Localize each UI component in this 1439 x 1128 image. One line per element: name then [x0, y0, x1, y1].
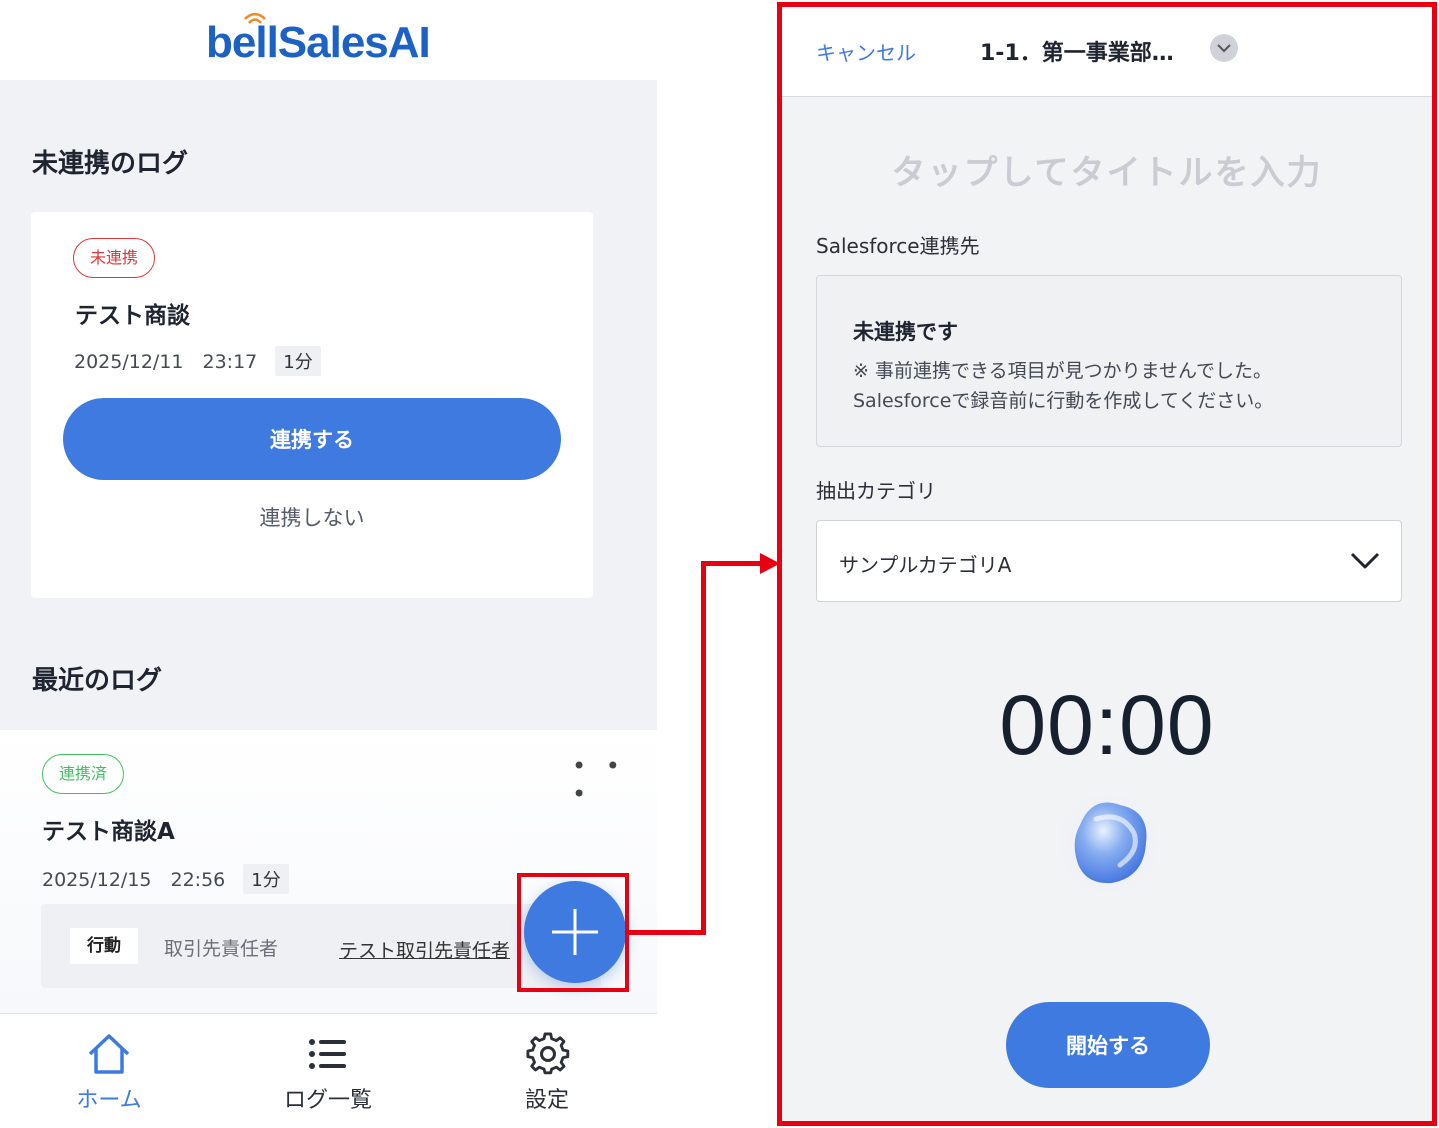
nav-home[interactable]: ホーム: [9, 1014, 209, 1128]
nav-home-label: ホーム: [76, 1088, 142, 1113]
salesforce-note-line1: ※ 事前連携できる項目が見つかりませんでした。: [853, 360, 1273, 382]
action-link[interactable]: テスト取引先責任者: [339, 936, 539, 963]
logo-text: bellSalesAI: [206, 18, 431, 67]
nav-log-list-label: ログ一覧: [283, 1088, 372, 1113]
recent-section-title: 最近のログ: [32, 666, 163, 696]
bottom-nav: ホーム ログ一覧 設定: [0, 1013, 657, 1128]
unlinked-section-title: 未連携のログ: [32, 149, 189, 179]
cancel-button[interactable]: キャンセル: [816, 37, 916, 66]
skip-link-button[interactable]: 連携しない: [31, 502, 593, 532]
category-selected-value: サンプルカテゴリA: [839, 553, 1012, 577]
start-button-label: 開始する: [1066, 1034, 1150, 1058]
gear-icon: [526, 1032, 570, 1075]
highlight-box: [517, 873, 629, 992]
unlinked-log-card: 未連携 テスト商談 2025/12/11 23:17 1分 連携する 連携しない: [31, 212, 593, 598]
link-button[interactable]: 連携する: [63, 398, 561, 480]
log-datetime: 2025/12/11 23:17: [74, 351, 258, 373]
status-badge-unlinked: 未連携: [73, 238, 156, 278]
log-title[interactable]: テスト商談: [75, 296, 190, 330]
arrow-segment: [701, 561, 765, 566]
recording-header: キャンセル 1-1．第一事業部…: [782, 7, 1432, 97]
category-label: 抽出カテゴリ: [816, 479, 936, 503]
status-badge-linked: 連携済: [42, 754, 125, 794]
home-icon: [88, 1034, 130, 1074]
list-icon: [309, 1039, 346, 1069]
action-label: 取引先責任者: [164, 938, 279, 960]
department-dropdown-button[interactable]: [1210, 34, 1238, 62]
signal-icon: [244, 12, 266, 24]
salesforce-status-title: 未連携です: [853, 320, 958, 344]
salesforce-link-box: 未連携です ※ 事前連携できる項目が見つかりませんでした。 Salesforce…: [816, 275, 1402, 447]
recording-screen: キャンセル 1-1．第一事業部… タップしてタイトルを入力 Salesforce…: [777, 2, 1437, 1126]
app-logo: bellSalesAI: [206, 12, 431, 68]
recording-timer: 00:00: [999, 678, 1215, 772]
nav-settings-label: 設定: [524, 1088, 569, 1113]
recent-log-title[interactable]: テスト商談A: [42, 812, 175, 846]
arrow-segment: [629, 930, 706, 935]
salesforce-label: Salesforce連携先: [816, 234, 980, 258]
home-screen: bellSalesAI 未連携のログ 未連携 テスト商談 2025/12/11 …: [0, 0, 657, 1128]
screen: bellSalesAI 未連携のログ 未連携 テスト商談 2025/12/11 …: [0, 0, 1439, 1128]
recent-log-meta: 2025/12/15 22:56 1分: [42, 864, 289, 894]
more-options-button[interactable]: • • •: [572, 752, 657, 808]
recent-log-duration: 1分: [243, 864, 289, 894]
log-meta: 2025/12/11 23:17 1分: [74, 346, 321, 376]
nav-log-list[interactable]: ログ一覧: [228, 1014, 428, 1128]
voice-orb-icon: [1051, 786, 1167, 902]
recent-log-datetime: 2025/12/15 22:56: [42, 869, 226, 891]
chevron-down-icon: [1350, 552, 1380, 569]
chevron-down-icon: [1217, 44, 1231, 53]
log-duration: 1分: [275, 346, 321, 376]
nav-settings[interactable]: 設定: [447, 1014, 647, 1128]
category-select[interactable]: サンプルカテゴリA: [816, 520, 1402, 602]
arrow-segment: [701, 561, 706, 935]
action-tag: 行動: [70, 928, 138, 964]
salesforce-note-line2: Salesforceで録音前に行動を作成してください。: [853, 390, 1274, 412]
department-selector[interactable]: 1-1．第一事業部…: [980, 35, 1174, 67]
title-input[interactable]: タップしてタイトルを入力: [782, 145, 1432, 194]
